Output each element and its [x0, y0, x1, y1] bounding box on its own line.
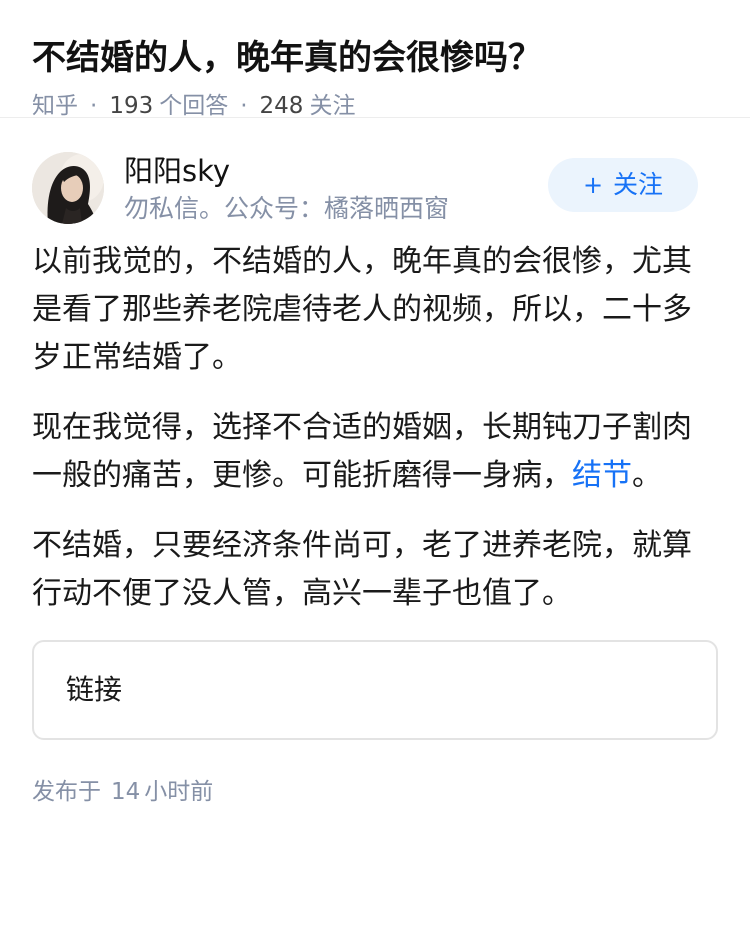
answer-paragraph-2-end: 。	[632, 458, 662, 493]
answer-paragraph-2: 现在我觉得，选择不合适的婚姻，长期钝刀子割肉一般的痛苦，更惨。可能折磨得一身病，…	[32, 404, 718, 500]
publish-time: 发布于 14 小时前	[32, 776, 718, 808]
answer-count-label: 个回答	[159, 93, 229, 119]
answer-count: 193	[109, 93, 154, 119]
author-row: 阳阳sky 勿私信。公众号：橘落晒西窗 + 关注	[0, 152, 750, 262]
answer-paragraph-3: 不结婚，只要经济条件尚可，老了进养老院，就算行动不便了没人管，高兴一辈子也值了。	[32, 528, 692, 611]
source-label[interactable]: 知乎	[32, 93, 78, 119]
separator-dot: ·	[90, 93, 98, 119]
publish-hours: 14	[111, 779, 141, 805]
link-card-label: 链接	[66, 673, 123, 706]
question-title[interactable]: 不结婚的人，晚年真的会很惨吗？	[32, 34, 718, 82]
question-header: 不结婚的人，晚年真的会很惨吗？ 知乎 · 193 个回答 · 248 关注	[0, 0, 750, 119]
author-bio: 勿私信。公众号：橘落晒西窗	[124, 194, 450, 223]
follow-button[interactable]: + 关注	[548, 158, 698, 212]
link-card[interactable]: 链接	[32, 640, 718, 740]
avatar-image	[32, 152, 104, 224]
follow-count: 248	[259, 93, 304, 119]
publish-unit: 小时前	[144, 779, 214, 805]
keyword-link-jiejie[interactable]: 结节	[572, 458, 632, 493]
separator-dot: ·	[240, 93, 248, 119]
publish-prefix: 发布于	[32, 779, 101, 805]
answer-content: 以前我觉的，不结婚的人，晚年真的会很惨，尤其是看了那些养老院虐待老人的视频，所以…	[0, 238, 750, 618]
plus-icon: +	[582, 171, 604, 199]
avatar[interactable]	[32, 152, 104, 224]
author-name[interactable]: 阳阳sky	[124, 152, 230, 190]
follow-button-label: 关注	[613, 170, 664, 199]
question-meta: 知乎 · 193 个回答 · 248 关注	[32, 90, 718, 122]
follow-count-label: 关注	[309, 93, 356, 119]
